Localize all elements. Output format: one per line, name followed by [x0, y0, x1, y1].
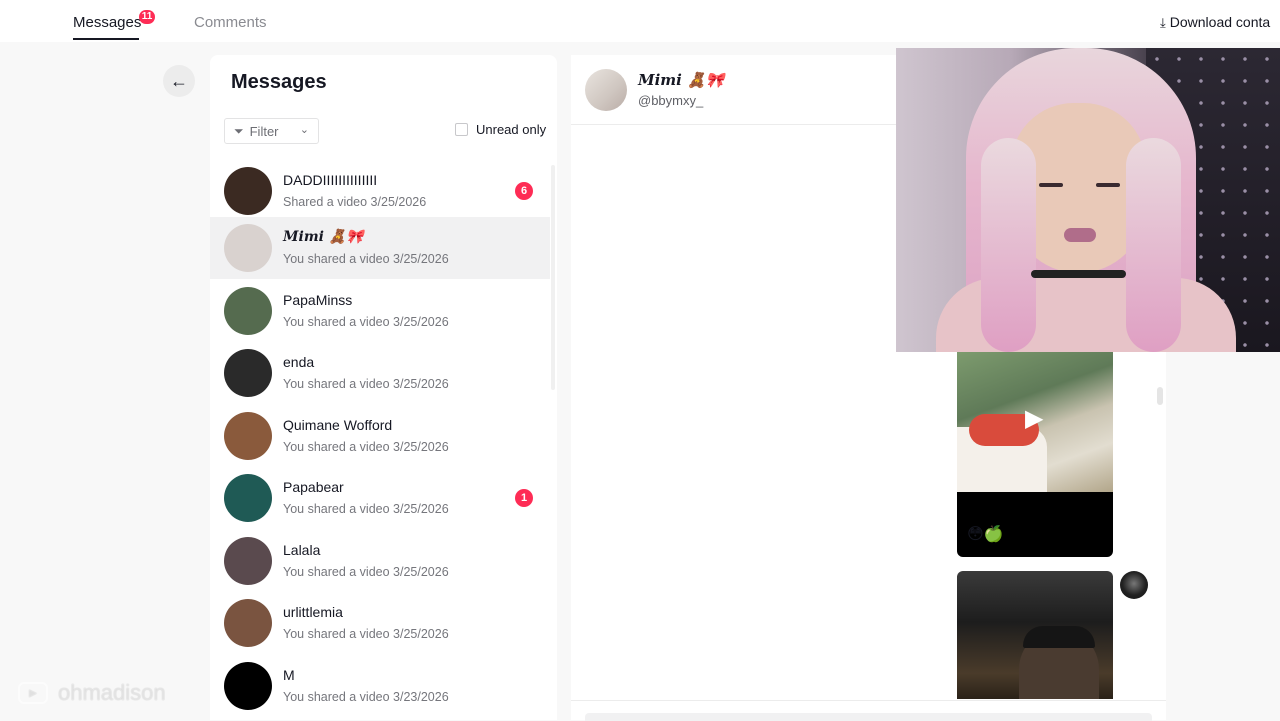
filter-icon: ⏷	[234, 123, 244, 138]
avatar	[224, 474, 272, 522]
messages-list-panel: Messages ⏷ Filter ⌄ Unread only DADDIIII…	[210, 55, 557, 720]
avatar	[224, 349, 272, 397]
chat-scrollbar[interactable]	[1157, 387, 1163, 405]
conversation-preview: You shared a video 3/25/2026	[283, 252, 449, 266]
filter-dropdown[interactable]: ⏷ Filter ⌄	[224, 118, 319, 144]
conversation-item[interactable]: urlittlemia You shared a video 3/25/2026	[210, 592, 550, 654]
download-label: Download conta	[1169, 14, 1271, 30]
conversation-name: 𝑴𝒊𝒎𝒊 🧸🎀	[283, 229, 364, 245]
conversation-item[interactable]: 𝑴𝒊𝒎𝒊 🧸🎀 You shared a video 3/25/2026	[210, 217, 550, 279]
shared-video-message[interactable]: ▶ 😳🍏	[957, 352, 1113, 557]
webcam-eye-right	[1096, 183, 1120, 187]
youtube-watermark: ▶ ohmadison	[18, 680, 166, 706]
download-icon: ⤓	[1160, 15, 1166, 30]
chevron-down-icon: ⌄	[299, 124, 309, 136]
watermark-text: ohmadison	[58, 680, 166, 705]
unread-only-toggle[interactable]: Unread only	[455, 122, 546, 137]
messages-title: Messages	[231, 71, 327, 93]
conversation-preview: You shared a video 3/25/2026	[283, 627, 449, 641]
conversation-preview: You shared a video 3/25/2026	[283, 502, 449, 516]
chat-composer	[571, 700, 1166, 721]
conversation-preview: You shared a video 3/23/2026	[283, 690, 449, 704]
conversation-item[interactable]: enda You shared a video 3/25/2026	[210, 342, 550, 404]
filter-label: Filter	[249, 123, 279, 139]
conversation-name: Quimane Wofford	[283, 417, 393, 433]
video-caption: 😳🍏	[967, 526, 1004, 543]
webcam-overlay	[896, 48, 1280, 352]
list-scrollbar[interactable]	[551, 165, 555, 390]
avatar	[224, 287, 272, 335]
webcam-choker	[1031, 270, 1126, 278]
conversation-name: M	[283, 667, 295, 683]
avatar	[224, 599, 272, 647]
webcam-eye-left	[1039, 183, 1063, 187]
conversation-item[interactable]: PapaMinss You shared a video 3/25/2026	[210, 280, 550, 342]
unread-only-label: Unread only	[476, 122, 547, 137]
avatar[interactable]	[1120, 571, 1148, 599]
chat-contact-handle[interactable]: @bbymxy_	[638, 93, 703, 108]
chat-contact-name[interactable]: 𝑴𝒊𝒎𝒊 🧸🎀	[638, 71, 724, 89]
unread-count-badge: 1	[515, 489, 533, 507]
webcam-lips	[1064, 228, 1096, 242]
active-tab-underline	[73, 38, 139, 40]
avatar[interactable]	[585, 69, 627, 111]
conversation-preview: You shared a video 3/25/2026	[283, 440, 449, 454]
conversation-preview: You shared a video 3/25/2026	[283, 565, 449, 579]
tab-messages[interactable]: Messages	[73, 14, 141, 31]
avatar	[224, 662, 272, 710]
conversation-preview: You shared a video 3/25/2026	[283, 377, 449, 391]
conversation-name: Papabear	[283, 479, 344, 495]
top-bar: Messages 11 Comments ⤓ Download conta	[0, 0, 1280, 42]
tab-comments[interactable]: Comments	[194, 14, 267, 31]
webcam-hair-left	[981, 138, 1036, 352]
conversation-preview: You shared a video 3/25/2026	[283, 315, 449, 329]
conversation-item[interactable]: M You shared a video 3/23/2026	[210, 655, 550, 717]
back-button[interactable]: ←	[163, 65, 195, 97]
conversation-name: Lalala	[283, 542, 321, 558]
youtube-logo-icon: ▶	[18, 682, 48, 704]
conversation-name: PapaMinss	[283, 292, 353, 308]
avatar	[224, 224, 272, 272]
conversation-name: enda	[283, 354, 315, 370]
conversation-item[interactable]: Quimane Wofford You shared a video 3/25/…	[210, 405, 550, 467]
shared-video-message[interactable]	[957, 571, 1113, 699]
unread-count-badge: 6	[515, 182, 533, 200]
conversation-item[interactable]: Lalala You shared a video 3/25/2026	[210, 530, 550, 592]
conversation-item[interactable]: DADDIIIIIIIIIIIIII Shared a video 3/25/2…	[210, 160, 550, 222]
download-button[interactable]: ⤓ Download conta	[1160, 14, 1270, 31]
avatar	[224, 412, 272, 460]
conversation-name: DADDIIIIIIIIIIIIII	[283, 172, 378, 188]
webcam-hair-right	[1126, 138, 1181, 352]
unread-only-checkbox[interactable]	[455, 123, 468, 136]
avatar	[224, 537, 272, 585]
conversation-name: urlittlemia	[283, 604, 343, 620]
conversation-item[interactable]: Papabear You shared a video 3/25/2026 1	[210, 467, 550, 529]
arrow-left-icon: ←	[170, 70, 188, 91]
avatar	[224, 167, 272, 215]
messages-unread-badge: 11	[139, 10, 155, 24]
play-icon[interactable]: ▶	[1025, 404, 1043, 433]
video-thumbnail-cap	[1023, 626, 1095, 648]
conversation-preview: Shared a video 3/25/2026	[283, 195, 427, 209]
